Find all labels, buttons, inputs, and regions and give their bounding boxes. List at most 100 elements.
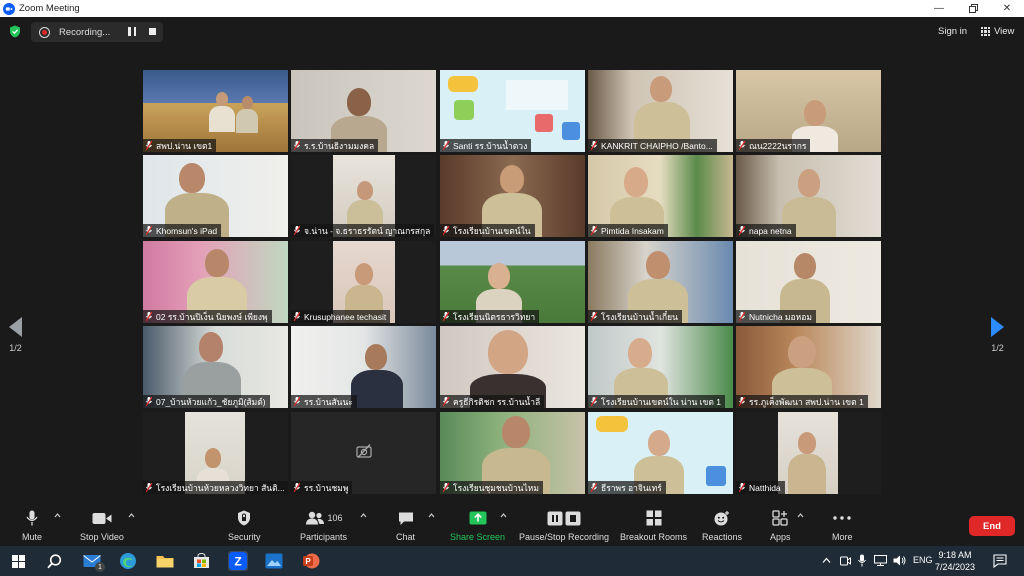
video-tile[interactable]: Khomsun's iPad: [143, 155, 288, 237]
network-icon[interactable]: [874, 555, 887, 566]
notifications-icon[interactable]: [993, 554, 1007, 568]
reactions-button[interactable]: Reactions: [702, 508, 742, 542]
window-controls: — ✕: [922, 0, 1024, 17]
video-tile[interactable]: Krusuphanee techasit: [291, 241, 436, 323]
muted-mic-icon: [145, 140, 153, 151]
security-button[interactable]: Security: [228, 508, 261, 542]
video-tile[interactable]: จ.น่าน - จ.ธราธรรัตน์ ญาณกรสกุล: [291, 155, 436, 237]
file-explorer-icon[interactable]: [155, 551, 175, 571]
minimize-icon[interactable]: —: [922, 0, 956, 17]
participants-button[interactable]: 106 Participants: [300, 508, 347, 542]
muted-mic-icon: [590, 140, 598, 151]
encryption-shield-icon[interactable]: [9, 25, 21, 38]
muted-mic-icon: [293, 396, 301, 407]
stop-recording-icon[interactable]: [149, 28, 156, 35]
video-tile[interactable]: KANKRIT CHAIPHO /Banto...: [588, 70, 733, 152]
participant-name: ณน2222นรากร: [749, 140, 807, 151]
participant-name: Krusuphanee techasit: [304, 311, 387, 322]
stop-video-button[interactable]: Stop Video: [80, 508, 124, 542]
chevron-up-icon[interactable]: [54, 512, 61, 519]
muted-mic-icon: [442, 311, 450, 322]
video-tile[interactable]: รร.บ้านชมพู: [291, 412, 436, 494]
video-tile[interactable]: ร.ร.บ้านธิงามมงคล: [291, 70, 436, 152]
end-meeting-button[interactable]: End: [969, 516, 1015, 536]
windows-start-icon[interactable]: [8, 551, 28, 571]
video-tile[interactable]: โรงเรียนบ้านเขตน์ใน: [440, 155, 585, 237]
video-tile[interactable]: 07_บ้านห้วยแก้ว_ชัยภูมิ(ส้มต์): [143, 326, 288, 408]
video-tile[interactable]: 02 รร.บ้านปิเง็น นิยพงษ์ เพียงพุ: [143, 241, 288, 323]
video-tile[interactable]: napa netna: [736, 155, 881, 237]
muted-mic-icon: [293, 140, 301, 151]
video-tile[interactable]: โรงเรียนบ้านเขตน์ใน น่าน เขต 1: [588, 326, 733, 408]
participant-name: Pimtida Insakam: [601, 225, 664, 236]
arrow-right-icon: [991, 317, 1004, 337]
video-tile[interactable]: ธีราพร อาจินเทร์: [588, 412, 733, 494]
zoom-taskbar-icon[interactable]: Z: [228, 551, 248, 571]
gallery-grid-icon: [981, 27, 990, 36]
participants-count: 106: [327, 513, 343, 523]
muted-mic-icon: [442, 140, 450, 151]
video-tile[interactable]: โรงเรียนชุมชนบ้านไหม: [440, 412, 585, 494]
stop-video-label: Stop Video: [80, 532, 124, 542]
clock-time: 9:18 AM: [938, 550, 972, 560]
video-tile[interactable]: โรงเรียนบ้านห้วยหลวงวิทยา สันติ...: [143, 412, 288, 494]
sign-in-link[interactable]: Sign in: [938, 26, 967, 37]
video-tile[interactable]: สพป.น่าน เขต1: [143, 70, 288, 152]
chevron-up-icon[interactable]: [500, 512, 507, 519]
video-tile[interactable]: รร.ภูเค็งพัฒนา สพป.น่าน เขต 1: [736, 326, 881, 408]
participant-name: โรงเรียนบ้านเขตน์ใน: [453, 225, 531, 236]
chevron-up-icon[interactable]: [428, 512, 435, 519]
next-page-button[interactable]: 1/2: [991, 317, 1004, 353]
reactions-label: Reactions: [702, 532, 743, 542]
participant-name: รร.ภูเค็งพัฒนา สพป.น่าน เขต 1: [749, 396, 864, 407]
participants-label: Participants: [300, 532, 348, 542]
search-icon[interactable]: [44, 551, 64, 571]
muted-mic-icon: [738, 225, 746, 236]
video-tile[interactable]: ณน2222นรากร: [736, 70, 881, 152]
microphone-icon: [26, 508, 38, 528]
chevron-up-icon[interactable]: [797, 512, 804, 519]
powerpoint-icon[interactable]: P: [301, 551, 321, 571]
mute-button[interactable]: Mute: [22, 508, 42, 542]
share-screen-button[interactable]: Share Screen: [450, 508, 505, 542]
chevron-up-icon[interactable]: [822, 557, 831, 564]
participant-name: Nutnicha มอหอม: [749, 311, 812, 322]
tray-microphone-icon[interactable]: [858, 554, 866, 567]
muted-mic-icon: [442, 482, 450, 493]
taskbar-clock[interactable]: 9:18 AM 7/24/2023: [935, 549, 975, 573]
video-tile[interactable]: ครูธีกิรติชก รร.บ้านน้ำลี: [440, 326, 585, 408]
video-tile[interactable]: รร.บ้านสันนะ: [291, 326, 436, 408]
video-tile[interactable]: Santi รร.บ้านน้ำตวง: [440, 70, 585, 152]
svg-text:Z: Z: [234, 555, 241, 569]
pause-stop-recording-button[interactable]: Pause/Stop Recording: [519, 508, 609, 542]
participant-name: Santi รร.บ้านน้ำตวง: [453, 140, 528, 151]
participant-name: สพป.น่าน เขต1: [156, 140, 213, 151]
photos-icon[interactable]: [264, 551, 284, 571]
chevron-up-icon[interactable]: [360, 512, 367, 519]
chevron-up-icon[interactable]: [128, 512, 135, 519]
restore-icon[interactable]: [956, 0, 990, 17]
more-button[interactable]: More: [832, 508, 853, 542]
previous-page-button[interactable]: 1/2: [9, 317, 22, 353]
video-tile[interactable]: โรงเรียนบ้านน้ำเกี๋ยน: [588, 241, 733, 323]
meet-now-icon[interactable]: [840, 555, 851, 567]
muted-mic-icon: [590, 225, 598, 236]
apps-button[interactable]: Apps: [770, 508, 791, 542]
record-label: Pause/Stop Recording: [519, 532, 610, 542]
video-tile[interactable]: Natthida: [736, 412, 881, 494]
store-icon[interactable]: [191, 551, 211, 571]
video-tile[interactable]: Nutnicha มอหอม: [736, 241, 881, 323]
video-tile[interactable]: โรงเรียนนิตรธารวิทยา: [440, 241, 585, 323]
language-indicator[interactable]: ENG: [913, 555, 933, 565]
pause-recording-icon[interactable]: [128, 27, 136, 36]
page-indicator: 1/2: [991, 343, 1004, 353]
video-tile[interactable]: Pimtida Insakam: [588, 155, 733, 237]
chat-button[interactable]: Chat: [396, 508, 415, 542]
close-icon[interactable]: ✕: [990, 0, 1024, 17]
volume-icon[interactable]: [893, 555, 906, 566]
breakout-rooms-button[interactable]: Breakout Rooms: [620, 508, 687, 542]
view-button[interactable]: View: [981, 26, 1014, 37]
mail-icon[interactable]: 1: [82, 551, 105, 572]
edge-browser-icon[interactable]: [118, 551, 138, 571]
muted-mic-icon: [738, 140, 746, 151]
